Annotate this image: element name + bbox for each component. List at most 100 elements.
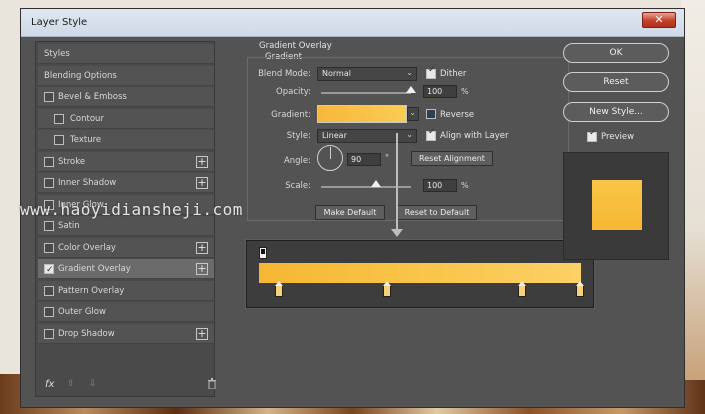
add-style-icon[interactable]: +: [196, 177, 208, 189]
style-item-label: Gradient Overlay: [58, 264, 131, 274]
dither-checkbox[interactable]: [426, 65, 436, 79]
style-item-label: Bevel & Emboss: [58, 92, 127, 102]
style-list-item[interactable]: Drop Shadow +: [38, 323, 214, 344]
style-item-label: Blending Options: [44, 70, 117, 81]
style-item-label: Outer Glow: [58, 307, 106, 317]
style-list-item[interactable]: Texture: [38, 130, 214, 150]
opacity-unit: %: [461, 87, 469, 96]
add-style-icon[interactable]: +: [196, 263, 208, 275]
style-list-item[interactable]: Gradient Overlay +: [38, 259, 214, 280]
gradient-bar[interactable]: [259, 263, 581, 283]
chevron-down-icon: ⌄: [409, 108, 416, 117]
style-list-item[interactable]: Inner Shadow +: [38, 173, 214, 193]
chevron-down-icon: ⌄: [406, 130, 413, 139]
reset-button[interactable]: Reset: [563, 72, 669, 92]
angle-label: Angle:: [283, 156, 311, 166]
add-style-icon[interactable]: +: [196, 327, 208, 340]
window-title: Layer Style: [31, 17, 88, 28]
gradient-editor-overlay: [246, 240, 594, 308]
opacity-stop-left[interactable]: [259, 247, 267, 259]
style-list-item[interactable]: Stroke +: [38, 151, 214, 172]
section-title: Gradient Overlay: [259, 41, 332, 51]
close-button[interactable]: ✕: [642, 12, 676, 28]
style-checkbox[interactable]: [54, 113, 64, 124]
opacity-field[interactable]: 100: [423, 85, 457, 98]
preview-checkbox[interactable]: [587, 128, 597, 142]
style-item-label: Inner Shadow: [58, 178, 117, 188]
style-item-label: Contour: [70, 113, 104, 124]
color-stop-2[interactable]: [383, 281, 391, 297]
style-item-label: Drop Shadow: [58, 328, 115, 339]
color-stop-4[interactable]: [576, 281, 584, 297]
style-checkbox[interactable]: [44, 285, 54, 296]
style-checkbox[interactable]: [44, 156, 54, 167]
gradient-swatch[interactable]: [317, 105, 407, 123]
trash-icon[interactable]: [207, 378, 217, 392]
align-with-layer-checkbox[interactable]: [426, 127, 436, 141]
scale-field[interactable]: 100: [423, 179, 457, 192]
blend-mode-select[interactable]: Normal ⌄: [317, 67, 417, 81]
style-item-label: Texture: [70, 135, 102, 145]
reverse-label: Reverse: [440, 110, 475, 120]
fx-icon[interactable]: fx: [45, 379, 54, 390]
make-default-button[interactable]: Make Default: [315, 205, 385, 220]
scale-unit: %: [461, 181, 469, 190]
preview-swatch: [592, 180, 642, 230]
reset-to-default-button[interactable]: Reset to Default: [397, 205, 477, 220]
style-list-item[interactable]: Contour: [38, 108, 214, 129]
style-label: Style:: [286, 131, 311, 141]
scale-slider-thumb[interactable]: [371, 180, 381, 187]
add-style-icon[interactable]: +: [196, 241, 208, 254]
opacity-label: Opacity:: [276, 87, 311, 97]
blend-mode-label: Blend Mode:: [258, 69, 311, 79]
move-down-icon[interactable]: ⇩: [89, 379, 97, 389]
new-style-button[interactable]: New Style...: [563, 102, 669, 122]
style-item-label: Styles: [44, 49, 70, 59]
style-list-item[interactable]: Pattern Overlay: [38, 280, 214, 301]
chevron-down-icon: ⌄: [406, 68, 413, 77]
align-with-layer-label: Align with Layer: [440, 131, 509, 141]
angle-field[interactable]: 90: [347, 153, 381, 166]
scale-label: Scale:: [285, 181, 311, 191]
style-checkbox[interactable]: [44, 221, 54, 231]
reset-alignment-button[interactable]: Reset Alignment: [411, 151, 493, 166]
ok-button[interactable]: OK: [563, 43, 669, 63]
styles-list-panel: Styles Blending Options Bevel & Emboss Cont…: [35, 41, 215, 397]
angle-unit: °: [385, 153, 389, 162]
preview-box: [563, 152, 669, 260]
style-checkbox[interactable]: [44, 242, 54, 253]
opacity-slider-track[interactable]: [321, 92, 411, 94]
move-up-icon[interactable]: ⇧: [67, 379, 75, 389]
gradient-overlay-panel: Gradient Overlay Gradient Blend Mode: No…: [243, 41, 575, 397]
preview-label: Preview: [601, 132, 635, 142]
style-value: Linear: [322, 131, 347, 140]
style-checkbox[interactable]: [54, 135, 64, 145]
blend-mode-value: Normal: [322, 69, 351, 78]
annotation-pointer-arrow-icon: [391, 229, 403, 237]
gradient-label: Gradient:: [271, 110, 311, 120]
style-item-label: Satin: [58, 221, 80, 231]
opacity-slider-thumb[interactable]: [406, 86, 416, 93]
style-list-item[interactable]: Blending Options: [38, 65, 214, 86]
add-style-icon[interactable]: +: [196, 155, 208, 168]
style-list-item[interactable]: Color Overlay +: [38, 237, 214, 258]
style-checkbox[interactable]: [44, 260, 54, 280]
style-checkbox[interactable]: [44, 328, 54, 339]
style-checkbox[interactable]: [44, 307, 54, 317]
style-checkbox[interactable]: [44, 178, 54, 188]
style-item-label: Color Overlay: [58, 242, 116, 253]
annotation-pointer-line: [396, 133, 398, 231]
style-list-item[interactable]: Satin: [38, 216, 214, 236]
reverse-checkbox[interactable]: [426, 109, 436, 119]
angle-dial[interactable]: [317, 145, 343, 171]
style-list-item[interactable]: Outer Glow: [38, 302, 214, 322]
gradient-picker-dropdown[interactable]: ⌄: [407, 107, 419, 121]
style-checkbox[interactable]: [44, 92, 54, 102]
style-item-label: Pattern Overlay: [58, 285, 125, 296]
style-list-item[interactable]: Bevel & Emboss: [38, 87, 214, 107]
color-stop-3[interactable]: [518, 281, 526, 297]
style-select[interactable]: Linear ⌄: [317, 129, 417, 143]
watermark-text: www.haoyidiansheji.com: [20, 200, 243, 219]
style-list-item[interactable]: Styles: [38, 44, 214, 64]
color-stop-1[interactable]: [275, 281, 283, 297]
